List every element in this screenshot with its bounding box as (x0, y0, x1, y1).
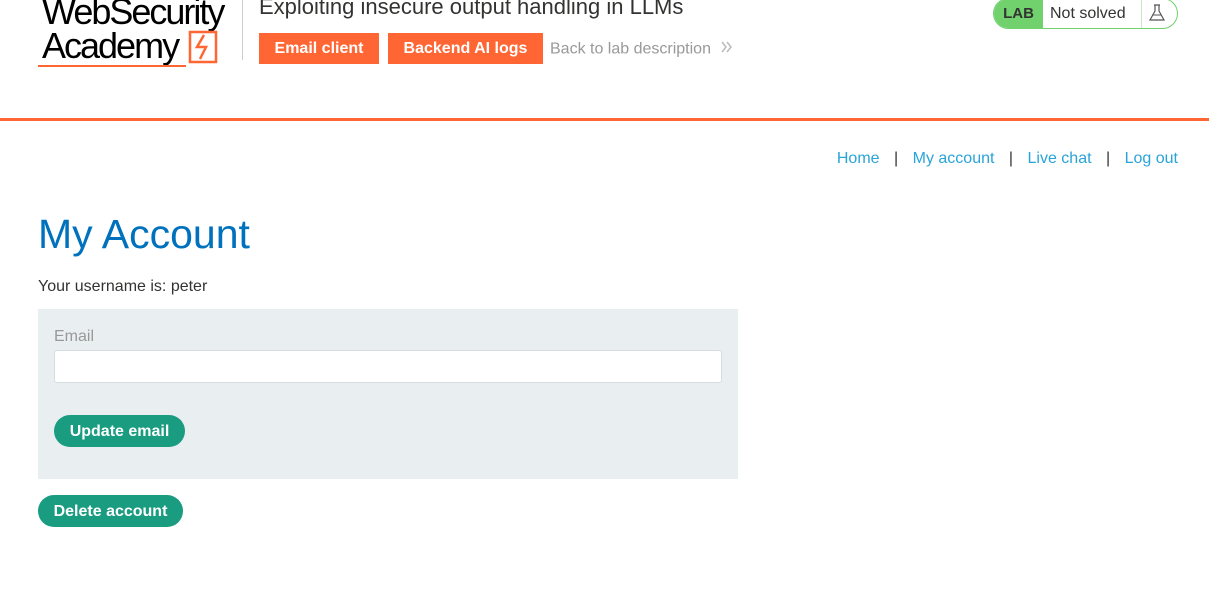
header-divider (242, 0, 243, 60)
logo-underline (38, 65, 186, 67)
lab-status-widget: LAB Not solved (993, 0, 1178, 29)
nav-home-link[interactable]: Home (837, 150, 880, 167)
change-email-form: Email Update email (38, 309, 738, 479)
lab-status-text: Not solved (1050, 5, 1126, 22)
email-input[interactable] (54, 350, 722, 383)
flask-icon (1148, 3, 1166, 28)
nav-my-account-link[interactable]: My account (913, 150, 995, 167)
update-email-button[interactable]: Update email (54, 415, 185, 447)
back-link-label: Back to lab description (550, 40, 711, 58)
logo-text-line2: Academy (42, 25, 180, 66)
top-navigation: Home | My account | Live chat | Log out (837, 150, 1178, 168)
delete-account-button[interactable]: Delete account (38, 495, 183, 527)
page-title: My Account (38, 211, 250, 257)
nav-separator: | (894, 150, 899, 167)
web-security-academy-logo[interactable]: WebSecurity Academy (38, 0, 243, 70)
nav-separator: | (1008, 150, 1014, 167)
email-client-button[interactable]: Email client (259, 33, 379, 64)
backend-ai-logs-button[interactable]: Backend AI logs (388, 33, 543, 64)
back-to-lab-description-link[interactable]: Back to lab description (550, 40, 733, 59)
status-separator (1141, 0, 1142, 28)
lab-header: WebSecurity Academy Exploiting insecure … (0, 0, 1209, 121)
lightning-bolt-icon (188, 30, 218, 69)
lab-badge: LAB (994, 0, 1043, 28)
email-label: Email (54, 328, 95, 345)
nav-live-chat-link[interactable]: Live chat (1028, 150, 1092, 167)
nav-separator: | (1106, 150, 1111, 167)
username-text: Your username is: peter (38, 278, 208, 295)
double-chevron-right-icon (721, 40, 733, 59)
nav-log-out-link[interactable]: Log out (1125, 150, 1178, 167)
lab-title: Exploiting insecure output handling in L… (259, 0, 684, 19)
